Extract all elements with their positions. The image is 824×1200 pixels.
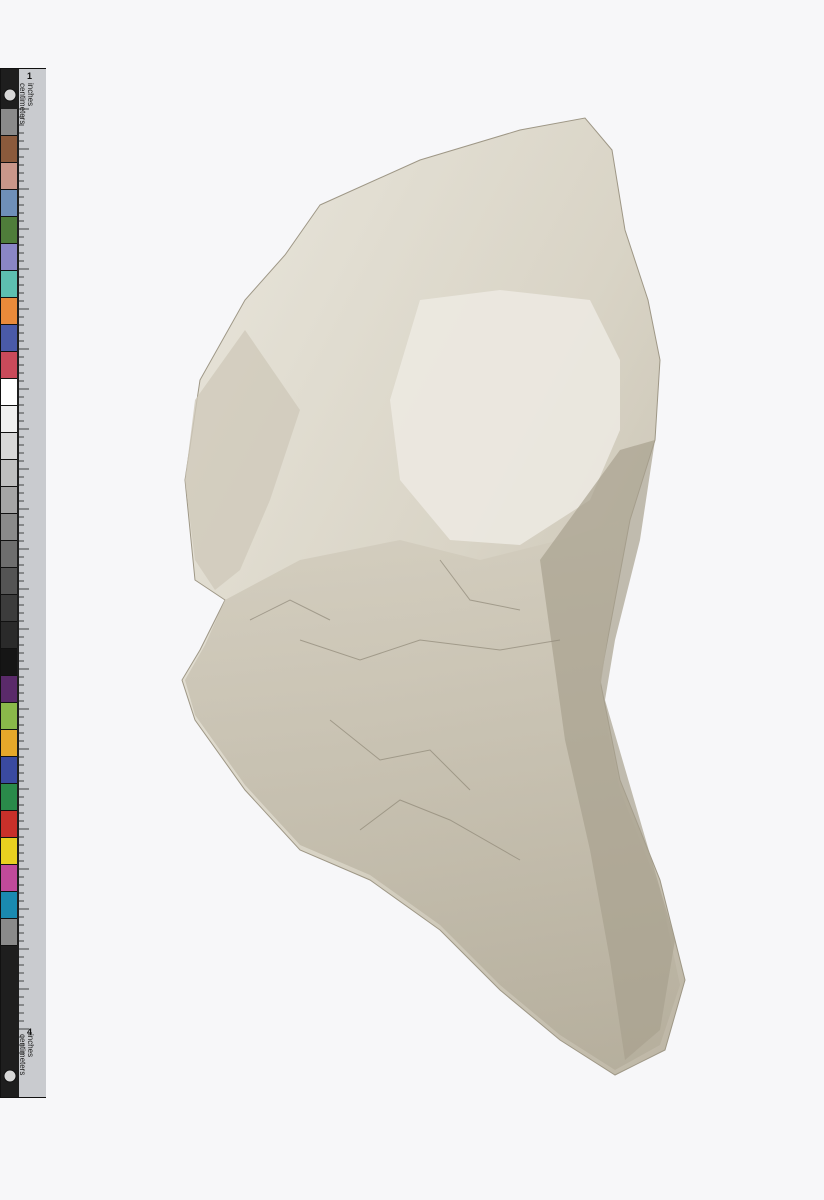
photo-stage: 1 inches centimeters 4 inches centimeter… (0, 0, 824, 1200)
limestone-fragment-image (181, 117, 686, 1076)
